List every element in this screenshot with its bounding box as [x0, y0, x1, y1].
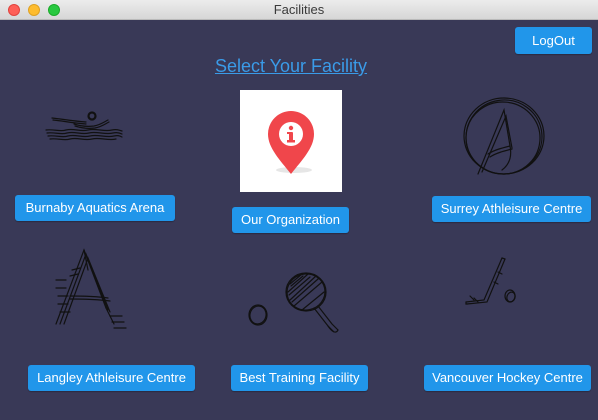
facility-button-best-training[interactable]: Best Training Facility	[231, 365, 368, 391]
facility-button-burnaby[interactable]: Burnaby Aquatics Arena	[15, 195, 175, 221]
logout-button[interactable]: LogOut	[515, 27, 592, 54]
facility-button-organization[interactable]: Our Organization	[232, 207, 349, 233]
ping-pong-icon	[244, 270, 344, 342]
window-title: Facilities	[273, 2, 325, 17]
facility-button-vancouver-hockey[interactable]: Vancouver Hockey Centre	[424, 365, 591, 391]
facility-button-surrey[interactable]: Surrey Athleisure Centre	[432, 196, 591, 222]
facilities-panel: Select Your Facility LogOut Burnaby Aqua…	[0, 20, 598, 420]
swimmer-icon	[42, 108, 124, 150]
facility-button-langley[interactable]: Langley Athleisure Centre	[28, 365, 195, 391]
circled-a-icon	[458, 90, 554, 186]
page-title[interactable]: Select Your Facility	[0, 56, 582, 77]
letter-a-icon	[50, 244, 134, 336]
hockey-stick-icon	[460, 252, 524, 318]
window-titlebar: Facilities	[0, 0, 598, 20]
info-location-pin-icon	[268, 111, 314, 174]
organization-logo[interactable]	[240, 90, 342, 192]
